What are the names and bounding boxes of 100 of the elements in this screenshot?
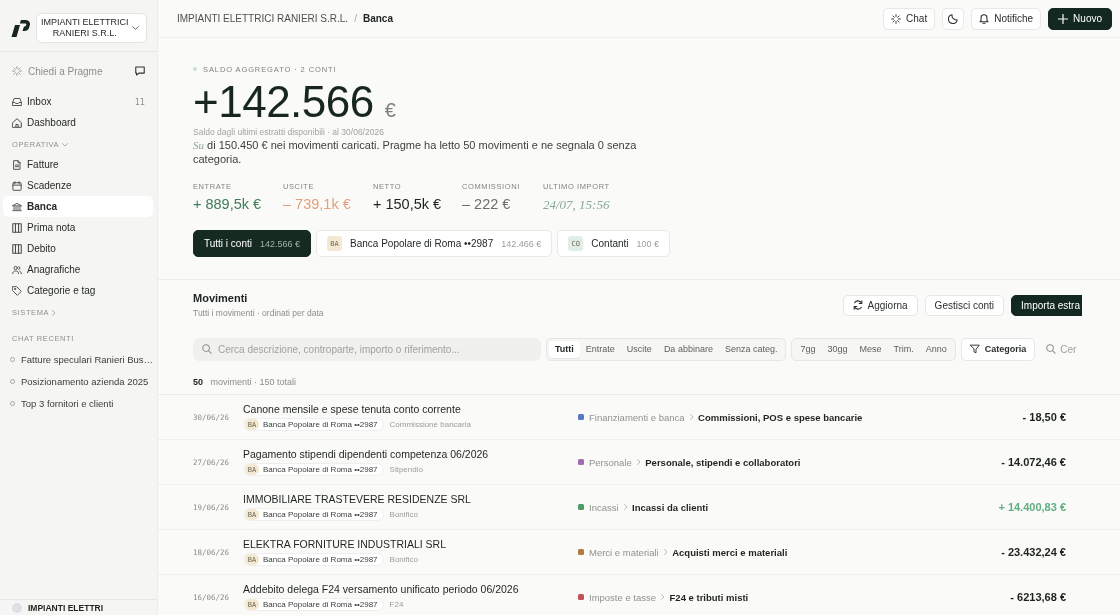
filter-tab[interactable]: Uscite (620, 340, 658, 358)
category-filter-button[interactable]: Categoria (960, 337, 1036, 361)
quick-search-field[interactable]: Cer (1060, 343, 1080, 355)
category-group: Personale (589, 456, 632, 468)
document-icon (12, 159, 22, 170)
stat-value: + 889,5k € (193, 196, 262, 213)
nav-item[interactable]: Fatture (3, 154, 153, 175)
account-name: Banca Popolare di Roma ••2987 (263, 510, 378, 519)
recent-chat-item[interactable]: Top 3 fornitori e clienti (0, 392, 155, 414)
notifications-button[interactable]: Notifiche (971, 7, 1042, 30)
period-tab[interactable]: 30gg (821, 340, 854, 358)
period-tab[interactable]: Anno (919, 340, 953, 358)
ledger-icon (12, 222, 22, 233)
import-button[interactable]: Importa estra (1011, 294, 1082, 316)
movement-description: Addebito delega F24 versamento unificato periodo 06/2026 (243, 583, 519, 596)
movement-description: Canone mensile e spese tenuta conto corrente (243, 403, 461, 416)
movement-type: Commissione bancaria (389, 420, 471, 429)
category-name: Personale, stipendi e collaboratori (645, 456, 801, 468)
movement-amount: - 18,50 € (1022, 411, 1066, 423)
bell-icon (979, 13, 990, 24)
calendar-icon (12, 180, 22, 191)
unread-count: 11 (134, 96, 145, 107)
chat-bubble-icon[interactable] (135, 66, 145, 76)
bullet-icon (10, 400, 15, 406)
chevron-right-icon (623, 504, 628, 510)
stat-value: 24/07, 15:56 (543, 196, 610, 213)
movement-amount: - 23.432,24 € (1001, 546, 1066, 558)
recent-chat-item[interactable]: Posizionamento azienda 2025 (0, 370, 155, 392)
stat-value: + 150,5k € (373, 196, 442, 213)
nav-item[interactable]: Scadenze (3, 175, 153, 196)
search-icon (202, 344, 212, 354)
filter-tab[interactable]: Entrate (579, 340, 621, 358)
period-tab[interactable]: Mese (853, 340, 888, 358)
movement-type: F24 (389, 600, 404, 609)
period-tab[interactable]: Trim. (887, 340, 920, 358)
manage-accounts-button[interactable]: Gestisci conti (924, 294, 1005, 316)
nav-item[interactable]: Prima nota (3, 217, 153, 238)
nav-item[interactable]: Inbox 11 (3, 91, 153, 112)
account-name: Banca Popolare di Roma ••2987 (263, 555, 378, 564)
chat-button[interactable]: Chat (883, 7, 936, 30)
ledger-icon (12, 243, 22, 254)
account-name: Banca Popolare di Roma ••2987 (263, 465, 378, 474)
sparkle-icon (891, 13, 902, 24)
bullet-icon (10, 356, 15, 362)
filter-tab[interactable]: Senza categ. (718, 340, 784, 358)
chevron-right-icon (663, 549, 668, 555)
breadcrumb-current: Banca (362, 13, 393, 24)
account-menu[interactable]: IMPIANTI ELETTRI (0, 599, 157, 615)
breadcrumb-link[interactable]: IMPIANTI ELETTRICI RANIERI S.R.L. (177, 13, 349, 24)
movement-type: Bonifico (389, 555, 419, 564)
chevron-down-icon (132, 26, 139, 30)
balance-date-note: Saldo dagli ultimi estratti disponibili · al 30/06/2026 (193, 127, 384, 138)
category-group: Finanziamenti e banca (589, 411, 685, 423)
currency-symbol: € (384, 100, 396, 120)
movement-count: 50 movimenti · 150 totali (193, 376, 297, 388)
nav-item[interactable]: Categorie e tag (3, 280, 153, 301)
recent-chat-item[interactable]: Fatture speculari Ranieri Bus… (0, 348, 155, 370)
tag-icon (12, 285, 22, 296)
movement-amount: + 14.400,83 € (998, 501, 1066, 513)
refresh-button[interactable]: Aggiorna (842, 294, 918, 316)
filter-tab[interactable]: Da abbinare (657, 340, 719, 358)
balance-summary: Su di 150.450 € nei movimenti caricati. Pragme ha letto 50 movimenti e ne segnala 0 senza categoria. (193, 138, 638, 166)
movement-type: Bonifico (389, 510, 419, 519)
people-icon (12, 264, 22, 275)
new-button[interactable]: Nuovo (1048, 7, 1112, 30)
org-switcher[interactable]: IMPIANTI ELETTRICI RANIERI S.R.L. (35, 13, 147, 43)
filter-tab[interactable]: Tutti (549, 340, 580, 358)
nav-item[interactable]: Anagrafiche (3, 259, 153, 280)
movement-amount: - 6213,68 € (1010, 591, 1066, 603)
status-dot-icon (193, 67, 197, 71)
category-name: Commissioni, POS e spese bancarie (698, 411, 863, 423)
nav-item[interactable]: Debito (3, 238, 153, 259)
logo-icon (11, 19, 31, 37)
search-icon (1046, 344, 1057, 354)
chevron-right-icon (689, 414, 694, 420)
plus-icon (1058, 13, 1069, 24)
category-name: Incassi da clienti (632, 501, 709, 513)
section-subtitle: Tutti i movimenti · ordinati per data (193, 308, 324, 319)
movement-description: Pagamento stipendi dipendenti competenza 06/2026 (243, 448, 489, 461)
balance-amount: +142.566 (193, 80, 374, 124)
period-tab[interactable]: 7gg (794, 340, 822, 358)
search-field[interactable]: Cerca descrizione, controparte, importo o riferimento... (193, 337, 541, 361)
house-icon (12, 117, 22, 128)
avatar-icon (12, 603, 22, 613)
nav-item[interactable]: Dashboard (3, 112, 153, 133)
filter-icon (969, 344, 980, 354)
category-group: Imposte e tasse (589, 591, 657, 603)
chevron-right-icon (661, 594, 665, 600)
movement-description: IMMOBILIARE TRASTEVERE RESIDENZE SRL (243, 493, 471, 506)
nav-item[interactable]: Banca (3, 196, 153, 217)
category-group: Incassi (589, 501, 619, 513)
section-title: Movimenti (193, 291, 248, 305)
stat-value: – 739,1k € (283, 196, 351, 213)
theme-toggle-button[interactable] (942, 7, 965, 30)
movement-description: ELEKTRA FORNITURE INDUSTRIALI SRL (243, 538, 447, 551)
breadcrumb-separator: / (354, 13, 357, 24)
account-chip[interactable]: Tutti i conti 142.566 € (193, 230, 312, 257)
category-group: Merci e materiali (589, 546, 659, 558)
bank-icon (12, 201, 22, 212)
refresh-icon (852, 300, 863, 310)
